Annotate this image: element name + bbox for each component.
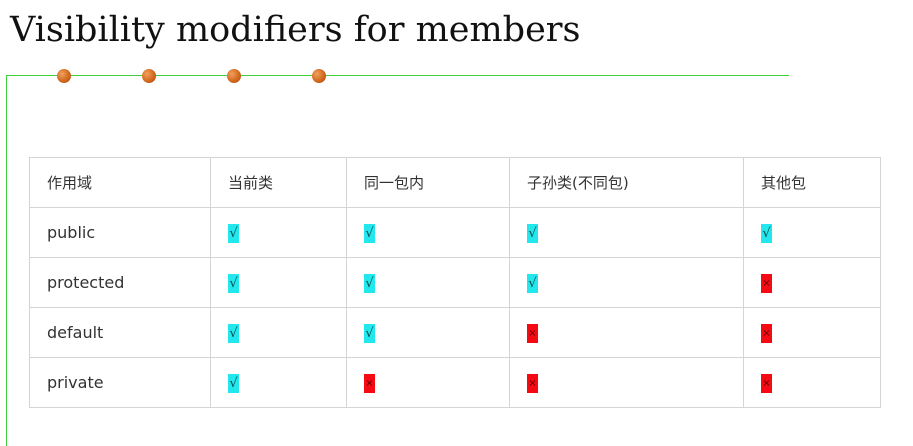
header-current-class: 当前类 bbox=[210, 157, 347, 208]
access-mark: × bbox=[364, 373, 375, 393]
access-mark: √ bbox=[228, 223, 239, 243]
access-mark: √ bbox=[527, 223, 538, 243]
access-mark: √ bbox=[364, 223, 375, 243]
header-subclass-other-package: 子孙类(不同包) bbox=[509, 157, 744, 208]
table-row: private √ × × × bbox=[29, 357, 881, 408]
access-mark: √ bbox=[228, 273, 239, 293]
access-mark: √ bbox=[228, 373, 239, 393]
access-mark: × bbox=[761, 273, 772, 293]
table-row: protected √ √ √ × bbox=[29, 257, 881, 308]
access-mark: × bbox=[761, 323, 772, 343]
decorative-dot bbox=[142, 69, 156, 83]
slide-title: Visibility modifiers for members bbox=[10, 10, 581, 50]
decorative-dot bbox=[312, 69, 326, 83]
header-other-package: 其他包 bbox=[743, 157, 881, 208]
row-label: default bbox=[29, 307, 211, 358]
decorative-dot bbox=[57, 69, 71, 83]
row-label: private bbox=[29, 357, 211, 408]
row-label: public bbox=[29, 207, 211, 258]
decorative-dot bbox=[227, 69, 241, 83]
table-header-row: 作用域 当前类 同一包内 子孙类(不同包) 其他包 bbox=[29, 157, 881, 208]
access-mark: √ bbox=[364, 273, 375, 293]
table-row: default √ √ × × bbox=[29, 307, 881, 358]
row-label: protected bbox=[29, 257, 211, 308]
decorative-vertical-line bbox=[6, 75, 7, 446]
decorative-horizontal-line bbox=[6, 75, 789, 76]
access-mark: √ bbox=[761, 223, 772, 243]
access-mark: × bbox=[527, 323, 538, 343]
access-mark: × bbox=[527, 373, 538, 393]
access-mark: √ bbox=[228, 323, 239, 343]
access-modifier-table: 作用域 当前类 同一包内 子孙类(不同包) 其他包 public √ √ √ √… bbox=[29, 157, 881, 408]
header-same-package: 同一包内 bbox=[346, 157, 510, 208]
access-mark: √ bbox=[527, 273, 538, 293]
access-mark: √ bbox=[364, 323, 375, 343]
header-scope: 作用域 bbox=[29, 157, 211, 208]
access-mark: × bbox=[761, 373, 772, 393]
table-row: public √ √ √ √ bbox=[29, 207, 881, 258]
